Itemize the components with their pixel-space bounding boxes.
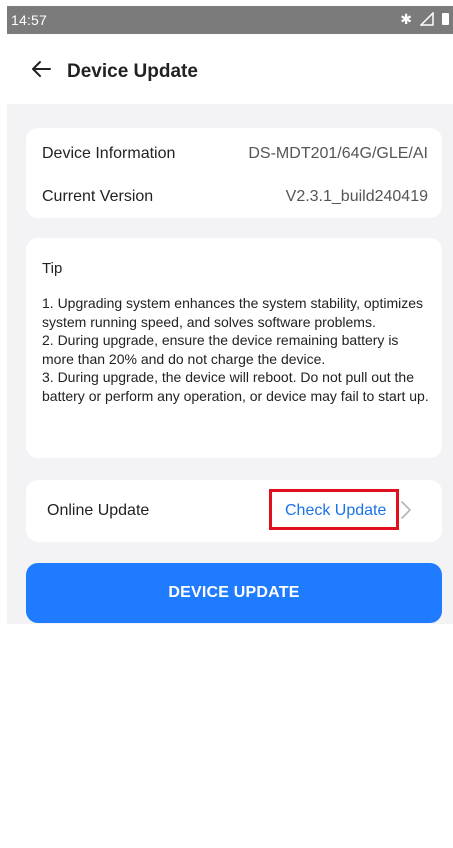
- page-title: Device Update: [67, 61, 198, 82]
- device-information-row: Device Information DS-MDT201/64G/GLE/AI: [42, 145, 428, 163]
- device-update-button[interactable]: DEVICE UPDATE: [26, 563, 442, 623]
- current-version-row: Current Version V2.3.1_build240419: [42, 188, 428, 206]
- tip-title: Tip: [42, 260, 63, 277]
- bluetooth-icon: ✱: [400, 11, 412, 27]
- online-update-row[interactable]: Online Update Check Update: [26, 480, 442, 542]
- status-icons: ✱: [400, 11, 449, 27]
- check-update-link[interactable]: Check Update: [285, 502, 386, 520]
- battery-icon: [442, 13, 449, 25]
- current-version-value: V2.3.1_build240419: [285, 188, 428, 205]
- status-time: 14:57: [11, 12, 48, 28]
- tip-card: Tip 1. Upgrading system enhances the sys…: [26, 238, 442, 458]
- chevron-right-icon[interactable]: [400, 500, 412, 520]
- device-info-card: Device Information DS-MDT201/64G/GLE/AI …: [26, 128, 442, 218]
- tip-item: 1. Upgrading system enhances the system …: [42, 295, 424, 330]
- device-information-label: Device Information: [42, 145, 176, 162]
- device-information-value: DS-MDT201/64G/GLE/AI: [248, 145, 428, 162]
- tip-item: 3. During upgrade, the device will reboo…: [42, 369, 429, 404]
- tip-item: 2. During upgrade, ensure the device rem…: [42, 332, 399, 367]
- status-bar: 14:57 ✱: [7, 6, 453, 34]
- current-version-label: Current Version: [42, 188, 154, 205]
- arrow-left-icon[interactable]: [31, 60, 51, 78]
- app-header: Device Update: [7, 34, 453, 104]
- tip-body: 1. Upgrading system enhances the system …: [42, 294, 434, 405]
- signal-icon: [420, 12, 434, 26]
- online-update-label: Online Update: [47, 502, 150, 519]
